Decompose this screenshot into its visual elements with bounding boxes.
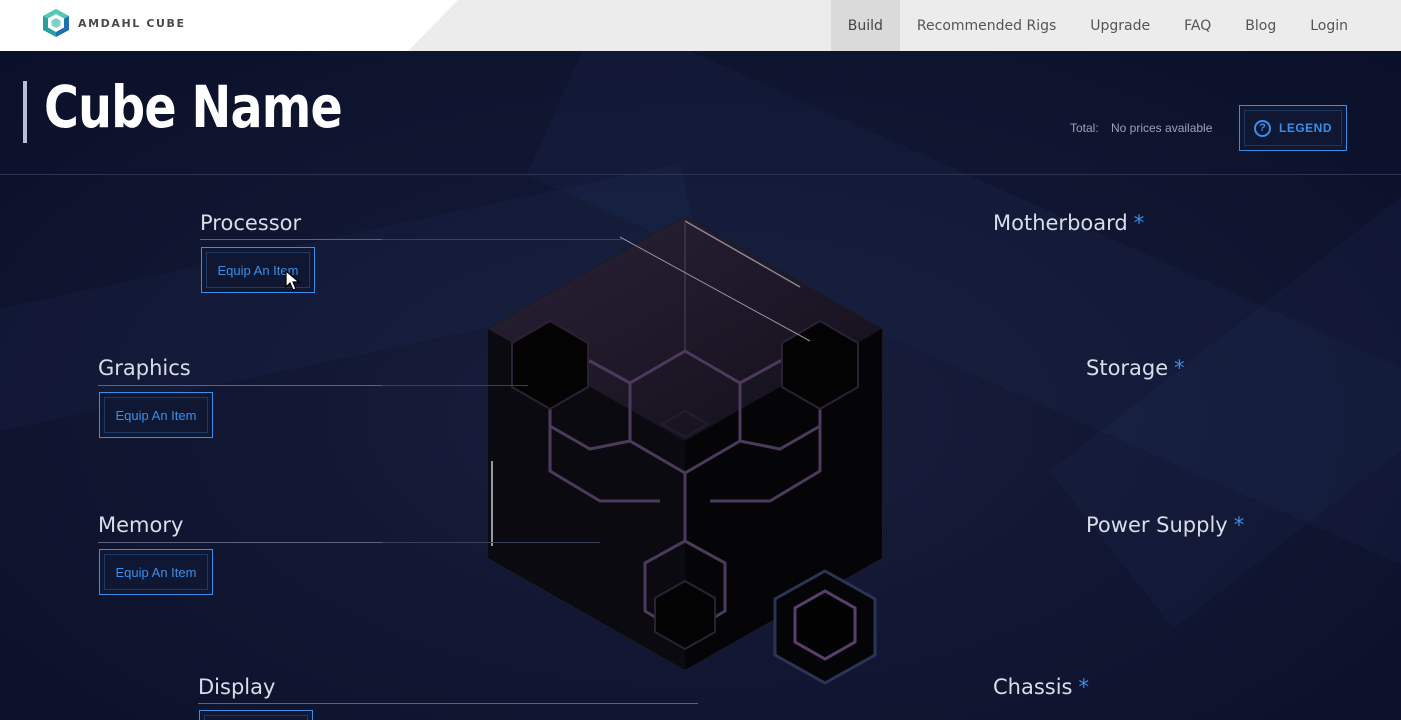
slot-name-storage: Storage: [1086, 356, 1169, 380]
top-navigation-bar: AMDAHL CUBE Build Recommended Rigs Upgra…: [0, 0, 1401, 51]
equip-graphics-label: Equip An Item: [115, 407, 197, 423]
slot-label-power-supply: Power Supply *: [1086, 513, 1244, 537]
total-label: Total:: [1070, 121, 1099, 135]
header-divider: [0, 174, 1401, 175]
slot-line-processor: [200, 239, 382, 240]
help-icon: ?: [1253, 119, 1271, 137]
cube-illustration: [487, 215, 883, 685]
nav-recommended-rigs[interactable]: Recommended Rigs: [900, 0, 1073, 51]
slot-connector-graphics: [382, 385, 528, 386]
title-accent-bar: [23, 81, 27, 143]
nav-logo-panel-edge: [408, 0, 458, 51]
nav-blog[interactable]: Blog: [1228, 0, 1293, 51]
slot-line-display: [198, 703, 698, 704]
build-stage: Cube Name Total: No prices available ? L…: [0, 51, 1401, 720]
brand-logo[interactable]: AMDAHL CUBE: [42, 8, 186, 38]
slot-line-graphics: [98, 385, 382, 386]
equip-graphics-button[interactable]: Equip An Item: [99, 392, 213, 438]
equip-display-button[interactable]: [199, 710, 313, 720]
slot-line-memory: [98, 542, 382, 543]
equip-memory-label: Equip An Item: [115, 564, 197, 580]
required-marker: *: [1233, 513, 1245, 537]
slot-name-power-supply: Power Supply: [1086, 513, 1228, 537]
slot-name-motherboard: Motherboard: [993, 211, 1128, 235]
slot-label-graphics: Graphics: [98, 356, 191, 380]
total-value: No prices available: [1111, 121, 1213, 135]
slot-label-motherboard: Motherboard *: [993, 211, 1144, 235]
slot-name-chassis: Chassis: [993, 675, 1073, 699]
slot-connector-processor: [382, 239, 622, 240]
slot-label-storage: Storage *: [1086, 356, 1185, 380]
nav-faq[interactable]: FAQ: [1167, 0, 1228, 51]
mouse-cursor-icon: [285, 270, 301, 291]
slot-connector-memory: [382, 542, 600, 543]
brand-name: AMDAHL CUBE: [78, 16, 186, 30]
nav-upgrade[interactable]: Upgrade: [1073, 0, 1167, 51]
slot-label-processor: Processor: [200, 211, 302, 235]
equip-memory-button[interactable]: Equip An Item: [99, 549, 213, 595]
page-title[interactable]: Cube Name: [44, 73, 343, 141]
required-marker: *: [1133, 211, 1145, 235]
slot-label-chassis: Chassis *: [993, 675, 1089, 699]
cube-logo-icon: [43, 9, 69, 37]
required-marker: *: [1078, 675, 1090, 699]
slot-label-display: Display: [198, 675, 276, 699]
nav-login[interactable]: Login: [1293, 0, 1365, 51]
legend-button[interactable]: ? LEGEND: [1239, 105, 1347, 151]
legend-label: LEGEND: [1278, 121, 1332, 135]
slot-label-memory: Memory: [98, 513, 184, 537]
main-nav: Build Recommended Rigs Upgrade FAQ Blog …: [830, 0, 1365, 51]
required-marker: *: [1174, 356, 1185, 380]
nav-build[interactable]: Build: [830, 0, 900, 51]
